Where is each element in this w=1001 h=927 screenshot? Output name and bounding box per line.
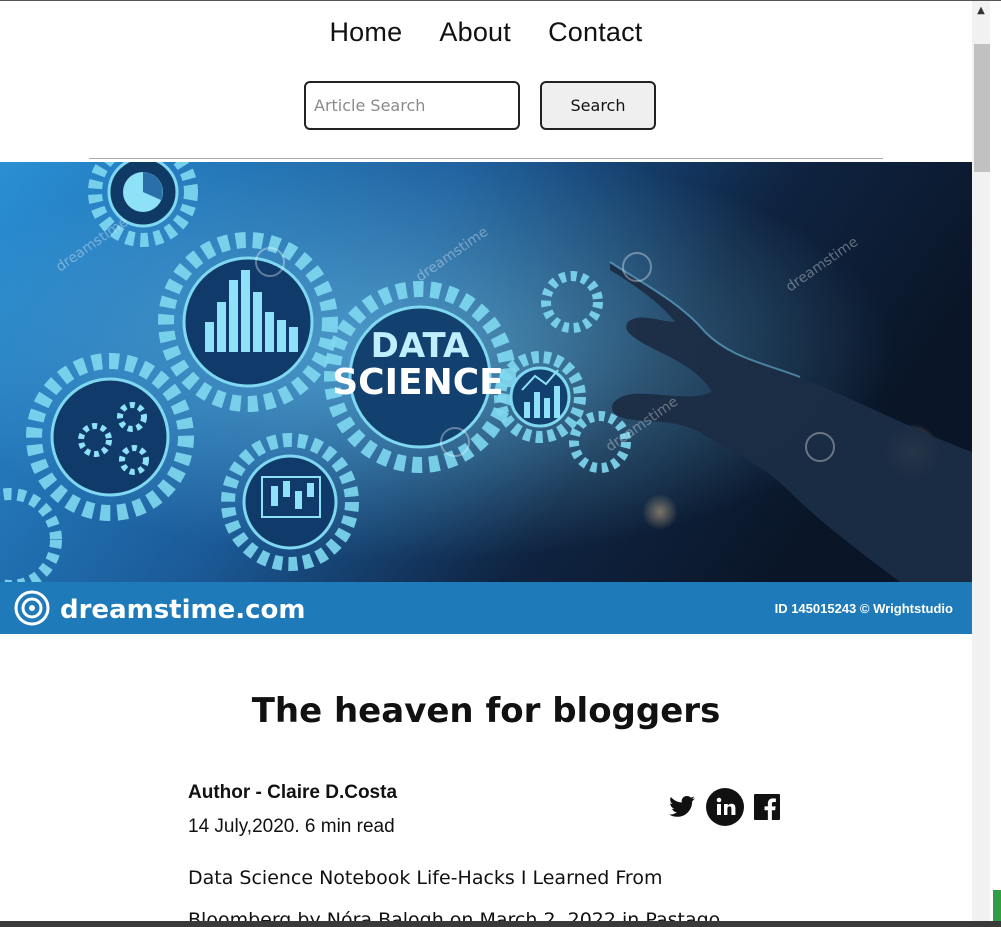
edge-accent xyxy=(993,890,1001,924)
facebook-icon[interactable] xyxy=(754,794,780,824)
hero-data-text: DATA xyxy=(371,326,470,366)
header-divider xyxy=(89,158,883,159)
banner-credit: ID 145015243 © Wrightstudio xyxy=(775,601,953,616)
nav-about-link[interactable]: About xyxy=(439,17,511,48)
window-bottom-bar xyxy=(0,921,1001,927)
search-button[interactable]: Search xyxy=(540,81,656,130)
article-excerpt: Data Science Notebook Life-Hacks I Learn… xyxy=(188,867,663,889)
hero-image: DATA SCIENCE dreamstime dreamstime dream… xyxy=(0,162,972,634)
page-viewport: Home About Contact Search xyxy=(0,1,972,921)
article-title: The heaven for bloggers xyxy=(251,691,721,731)
social-links xyxy=(668,788,790,830)
banner-logo-text: dreamstime.com xyxy=(60,595,306,625)
scroll-up-arrow-icon[interactable]: ▲ xyxy=(972,2,990,20)
article-excerpt-continued: Bloomberg by Nóra Balogh on March 2, 202… xyxy=(188,909,721,921)
hero-science-text: SCIENCE xyxy=(332,362,503,403)
article-author: Author - Claire D.Costa xyxy=(188,782,398,803)
nav-home-link[interactable]: Home xyxy=(329,17,402,48)
window-right-edge xyxy=(990,1,1001,927)
article-search-input[interactable] xyxy=(304,81,520,130)
article-date: 14 July,2020. 6 min read xyxy=(188,816,395,837)
twitter-icon[interactable] xyxy=(668,793,696,825)
main-navigation: Home About Contact xyxy=(0,17,972,48)
nav-contact-link[interactable]: Contact xyxy=(548,17,642,48)
scrollbar-thumb[interactable] xyxy=(974,44,990,172)
linkedin-icon[interactable] xyxy=(706,788,744,830)
